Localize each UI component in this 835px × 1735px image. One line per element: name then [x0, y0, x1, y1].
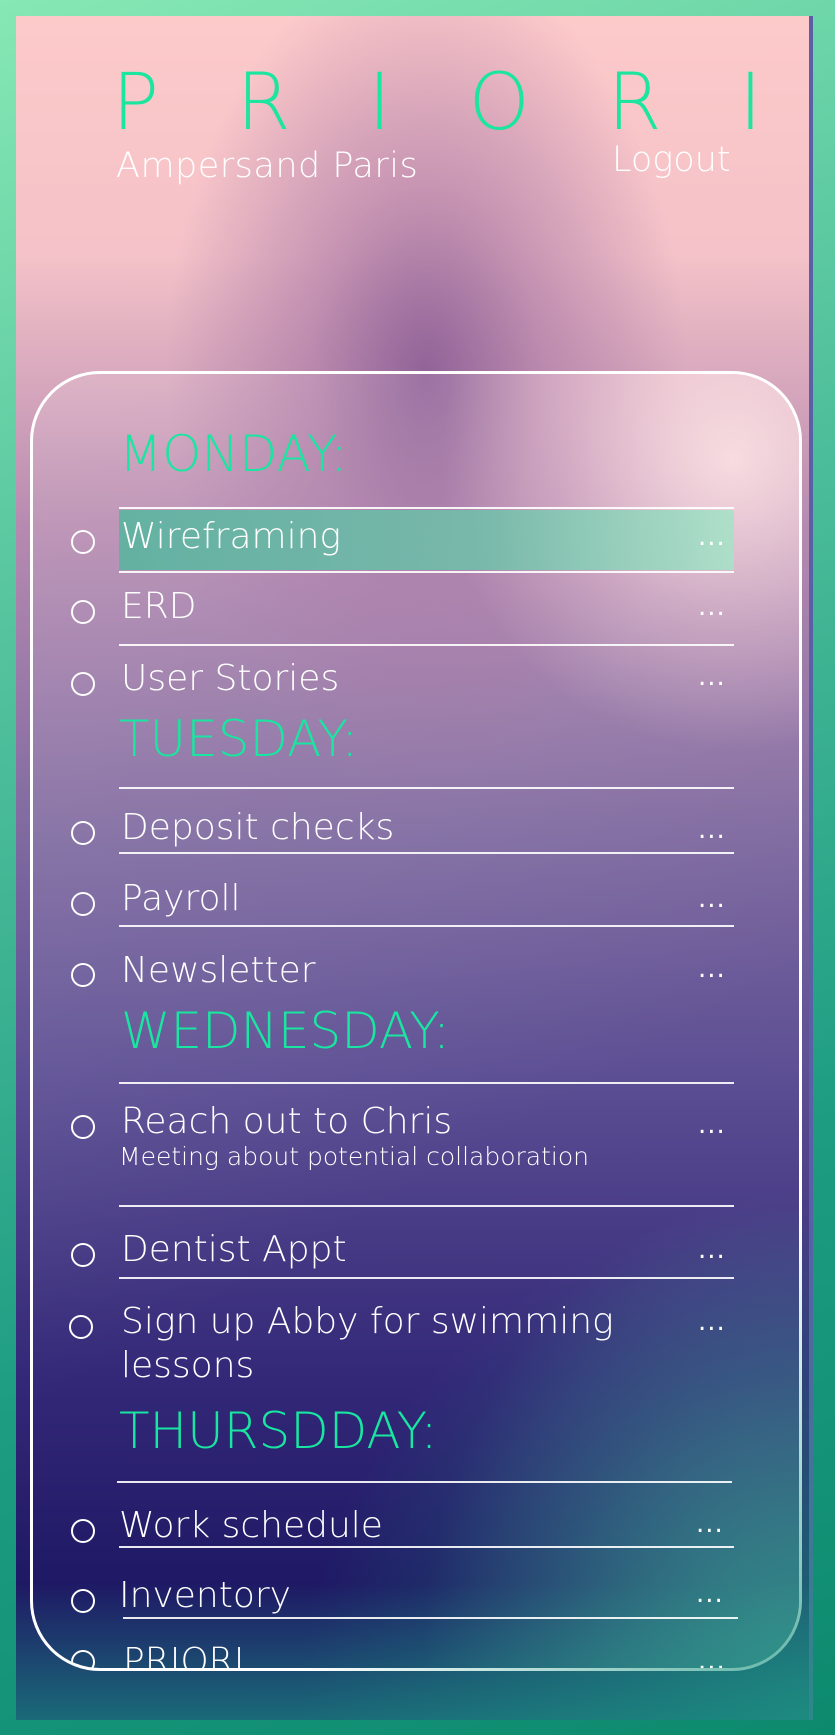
day-heading-monday: MONDAY:: [119, 425, 348, 483]
task-title[interactable]: Inventory: [119, 1574, 291, 1618]
task-checkbox-icon[interactable]: [71, 892, 95, 916]
task-menu-icon[interactable]: ...: [696, 1509, 724, 1539]
task-checkbox-icon[interactable]: [71, 530, 95, 554]
brand-letter: I: [368, 58, 392, 148]
task-checkbox-icon[interactable]: [71, 1243, 95, 1267]
task-checkbox-icon[interactable]: [69, 1315, 93, 1339]
task-title[interactable]: Newsletter: [121, 949, 316, 993]
task-checkbox-icon[interactable]: [71, 1650, 95, 1668]
task-menu-icon[interactable]: ...: [698, 1110, 726, 1140]
task-menu-icon[interactable]: ...: [698, 884, 726, 914]
brand-letter: R: [607, 58, 662, 148]
task-checkbox-icon[interactable]: [71, 1589, 95, 1613]
divider: [123, 1617, 738, 1619]
task-title[interactable]: User Stories: [121, 657, 339, 701]
task-title[interactable]: Dentist Appt: [121, 1228, 347, 1272]
task-menu-icon[interactable]: ...: [698, 662, 726, 692]
brand-letter: O: [468, 58, 530, 148]
day-heading-wednesday: WEDNESDAY:: [121, 1002, 450, 1060]
task-checkbox-icon[interactable]: [71, 1519, 95, 1543]
task-title[interactable]: Deposit checks: [121, 806, 394, 850]
task-checkbox-icon[interactable]: [71, 821, 95, 845]
divider: [117, 1481, 732, 1483]
brand-logo: P R I O R I: [112, 58, 762, 148]
task-menu-icon[interactable]: ...: [698, 815, 726, 845]
task-title[interactable]: Work schedule: [119, 1504, 383, 1548]
task-checkbox-icon[interactable]: [71, 963, 95, 987]
task-checkbox-icon[interactable]: [71, 600, 95, 624]
task-menu-icon[interactable]: ...: [698, 1235, 726, 1265]
task-checkbox-icon[interactable]: [71, 672, 95, 696]
task-menu-icon[interactable]: ...: [698, 1646, 726, 1668]
divider: [119, 925, 734, 927]
divider: [119, 571, 734, 573]
task-title-line-1[interactable]: Sign up Abby for swimming: [121, 1300, 614, 1344]
logout-link[interactable]: Logout: [612, 140, 731, 180]
task-menu-icon[interactable]: ...: [698, 1307, 726, 1337]
task-checkbox-icon[interactable]: [71, 1115, 95, 1139]
divider: [119, 1277, 734, 1279]
task-title[interactable]: Payroll: [121, 877, 241, 921]
task-list-card: MONDAY: Wireframing ... ERD ... User Sto…: [30, 371, 802, 1671]
task-title[interactable]: Reach out to Chris: [121, 1100, 452, 1144]
day-heading-thursday: THURSDDAY:: [119, 1402, 438, 1460]
divider: [119, 507, 734, 509]
divider: [119, 1546, 734, 1548]
app-screen: P R I O R I Ampersand Paris Logout MONDA…: [16, 16, 813, 1720]
task-menu-icon[interactable]: ...: [698, 954, 726, 984]
brand-letter: P: [112, 58, 160, 148]
divider: [119, 644, 734, 646]
task-title[interactable]: PRIORI: [123, 1640, 244, 1668]
task-subtitle: Meeting about potential collaboration: [119, 1142, 590, 1171]
task-menu-icon[interactable]: ...: [698, 592, 726, 622]
divider: [119, 1082, 734, 1084]
day-heading-tuesday: TUESDAY:: [119, 710, 359, 768]
divider: [119, 852, 734, 854]
task-title: Wireframing: [121, 516, 341, 557]
task-title-line-2[interactable]: lessons: [121, 1344, 254, 1388]
brand-letter: R: [236, 58, 291, 148]
brand-letter: I: [738, 58, 762, 148]
company-name: Ampersand Paris: [116, 146, 419, 186]
divider: [119, 787, 734, 789]
divider: [119, 1205, 734, 1207]
task-title[interactable]: ERD: [121, 585, 196, 629]
task-menu-icon[interactable]: ...: [698, 522, 726, 552]
task-menu-icon[interactable]: ...: [696, 1579, 724, 1609]
